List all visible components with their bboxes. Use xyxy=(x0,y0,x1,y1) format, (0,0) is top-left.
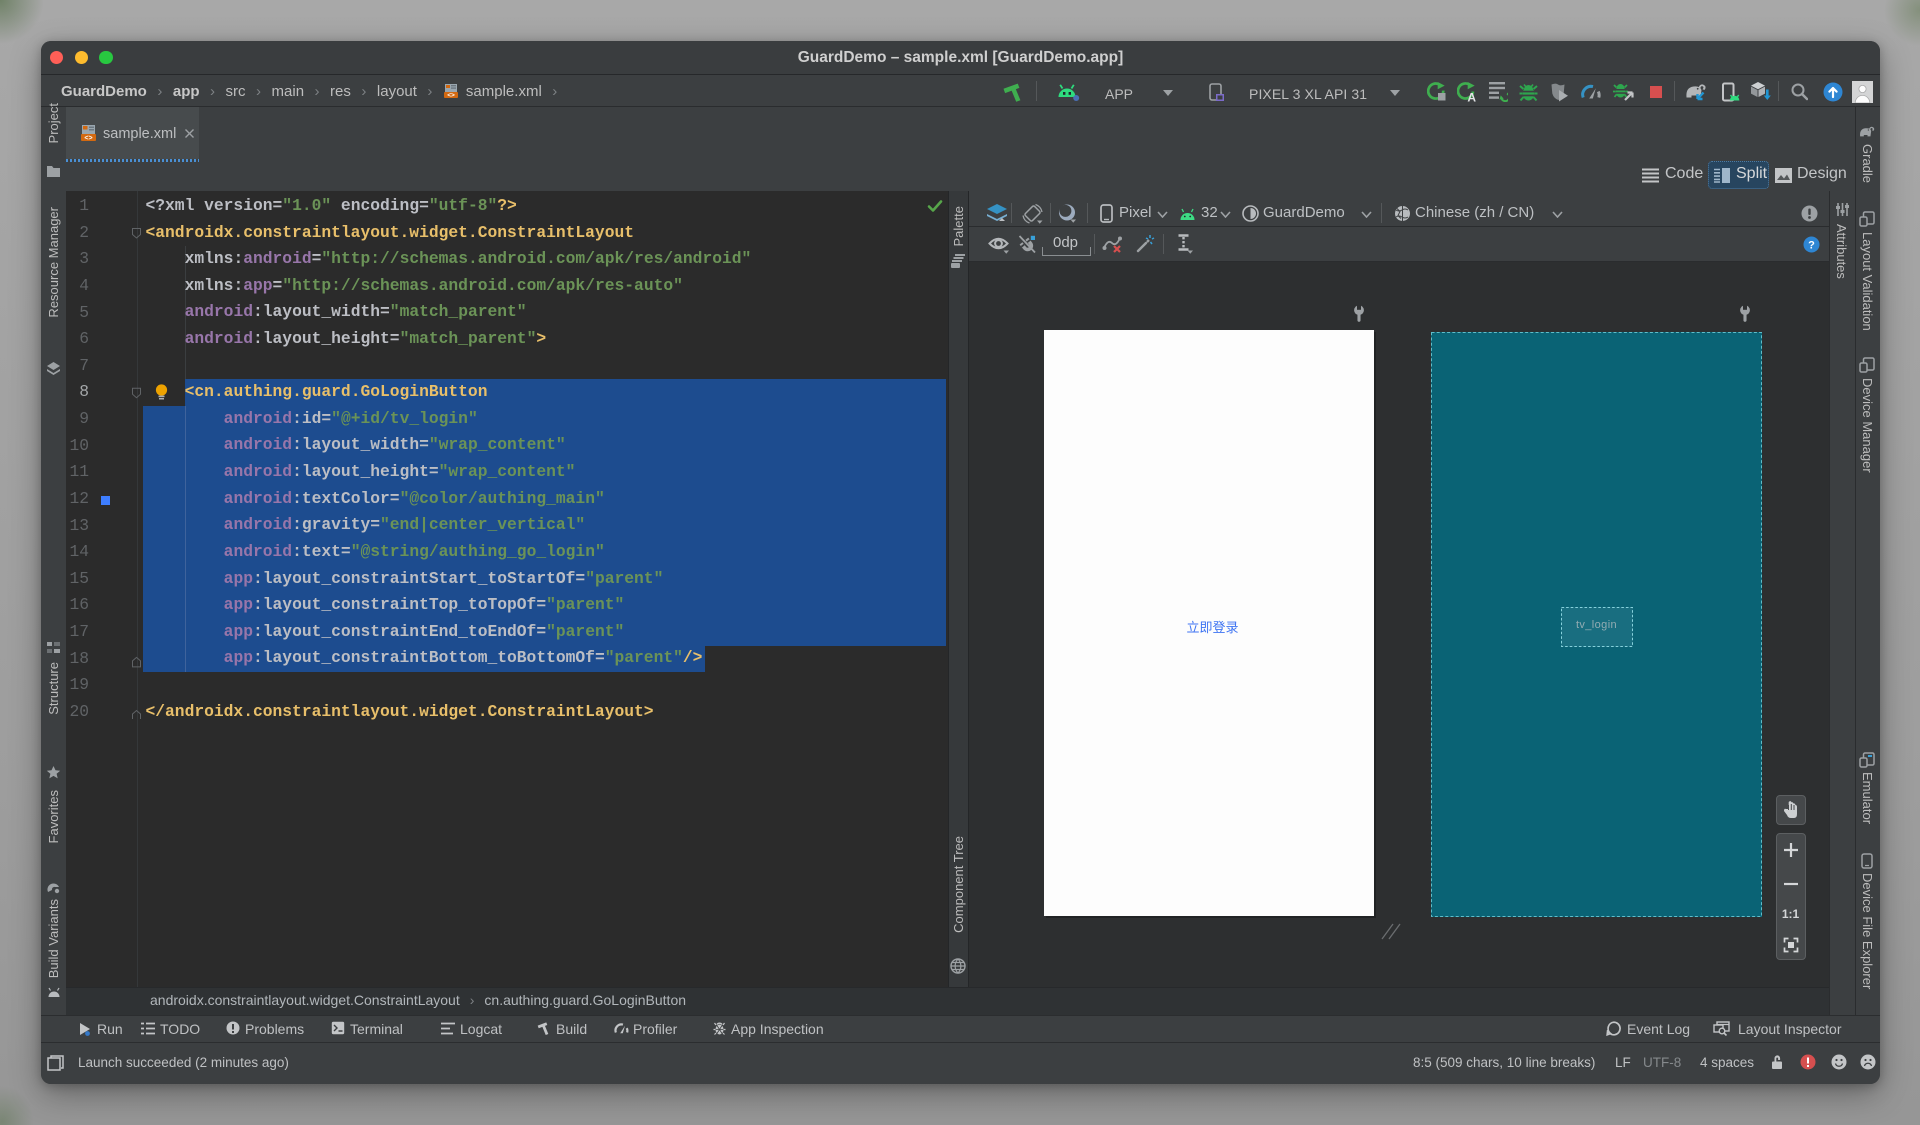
svg-text:?: ? xyxy=(1808,240,1815,252)
svg-text:<>: <> xyxy=(84,135,92,142)
svg-text:<>: <> xyxy=(447,92,455,99)
svg-text:A: A xyxy=(1467,91,1476,103)
